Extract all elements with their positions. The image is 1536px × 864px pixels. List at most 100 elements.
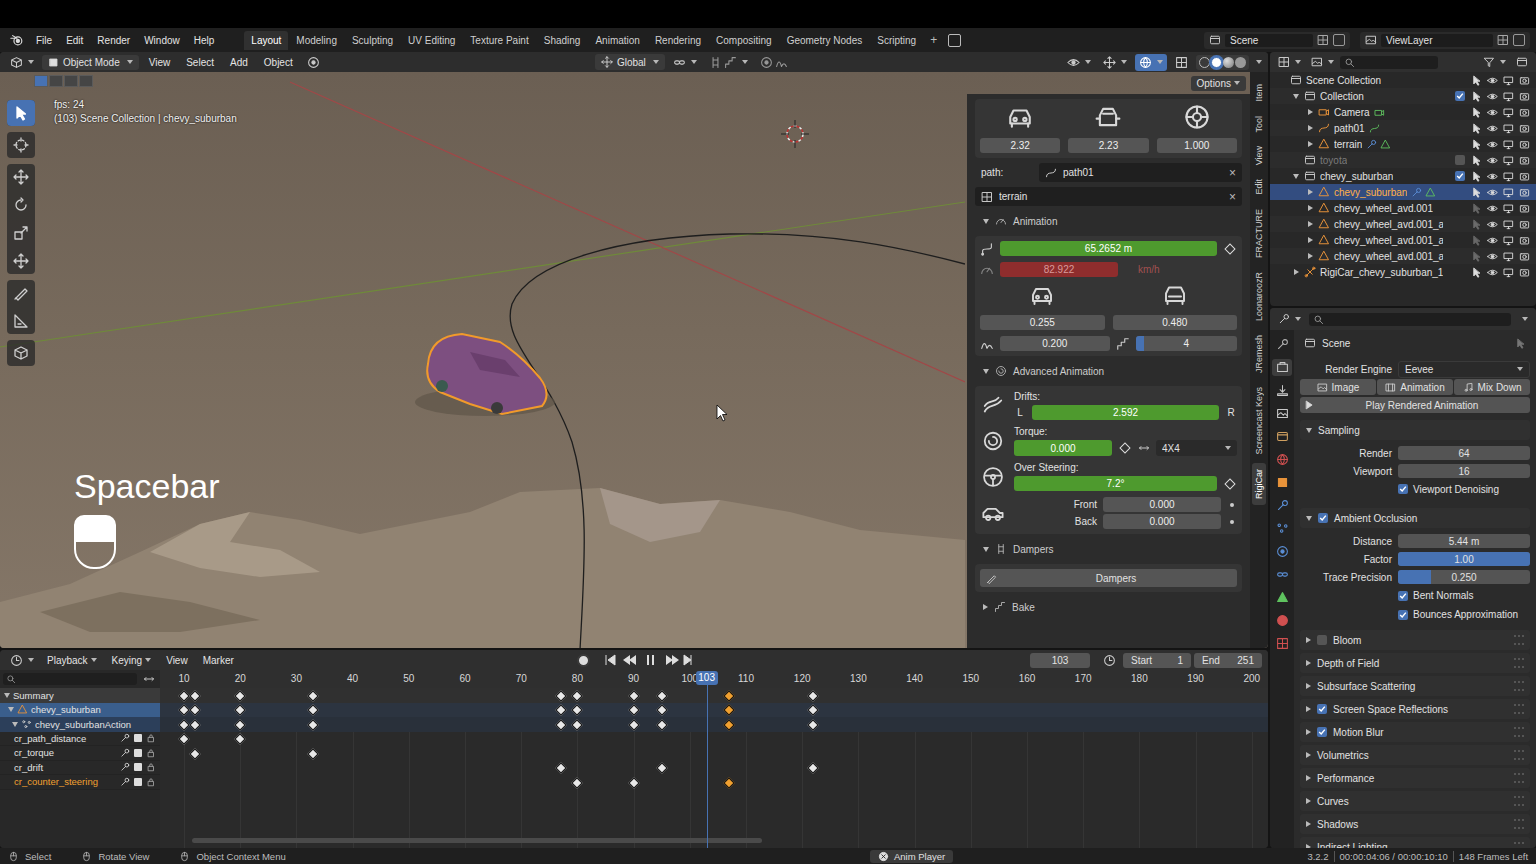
keyframe[interactable] [572, 690, 583, 701]
properties-tab[interactable] [1272, 566, 1292, 583]
workspace-tab[interactable]: Animation [588, 31, 646, 50]
expand-arrow-icon[interactable] [1294, 269, 1299, 275]
keyframe[interactable] [235, 704, 246, 715]
drag-grip-icon[interactable] [1514, 773, 1524, 783]
editor-type-button[interactable] [6, 54, 38, 71]
number-field[interactable]: 16 [1398, 464, 1530, 478]
render-button[interactable]: Mix Down [1454, 379, 1530, 395]
steps-slider[interactable]: 4 [1136, 336, 1238, 351]
solid-shading-button[interactable] [1211, 57, 1222, 68]
dampers-section-header[interactable]: Dampers [975, 539, 1242, 559]
channel-enabled-checkbox[interactable] [134, 749, 142, 757]
properties-tab[interactable] [1272, 428, 1292, 445]
expand-arrow-icon[interactable] [12, 722, 18, 727]
path01-curve[interactable] [510, 234, 965, 648]
keyframe[interactable] [235, 733, 246, 744]
tool-button[interactable] [7, 192, 35, 218]
orientation-dropdown[interactable]: Global [595, 54, 665, 70]
editor-type-button[interactable] [6, 652, 38, 669]
view-layer-selector[interactable]: ViewLayer [1360, 32, 1530, 49]
keyframe-dot-icon[interactable] [1230, 520, 1234, 524]
current-frame-field[interactable]: 103 [1030, 653, 1090, 668]
properties-tab[interactable] [1272, 612, 1292, 629]
sidebar-tab[interactable]: Edit [1252, 173, 1266, 201]
outliner-row[interactable]: Scene Collection [1270, 72, 1536, 88]
slider-field[interactable]: 1.00 [1398, 552, 1530, 566]
keyframe[interactable] [308, 748, 319, 759]
bake-section-header[interactable]: Bake [975, 597, 1242, 617]
checkbox[interactable] [1455, 171, 1465, 181]
overlays-button[interactable] [1135, 54, 1167, 71]
xray-button[interactable] [1171, 54, 1192, 71]
workspace-tab[interactable]: Texture Paint [463, 31, 535, 50]
visibility-button[interactable] [1063, 54, 1095, 71]
checkbox[interactable] [1317, 727, 1327, 737]
timeline-menu[interactable]: Marker [197, 653, 240, 668]
checkbox[interactable] [1317, 635, 1327, 645]
collapsed-panel-header[interactable]: Subsurface Scattering [1300, 676, 1530, 696]
expand-arrow-icon[interactable] [4, 693, 10, 698]
outliner-row[interactable]: chevy_wheel_avd.001_ard [1270, 216, 1536, 232]
keyframe[interactable] [178, 733, 189, 744]
checkbox[interactable] [1455, 155, 1465, 165]
expand-arrow-icon[interactable] [1308, 141, 1313, 147]
clear-button[interactable]: × [1229, 166, 1236, 180]
record-button[interactable] [577, 654, 590, 667]
outliner-row[interactable]: RigiCar_chevy_suburban_165 [1270, 264, 1536, 280]
tool-button[interactable] [7, 164, 35, 190]
play-rendered-button[interactable]: Play Rendered Animation [1300, 397, 1530, 413]
viewport-sync-button[interactable] [303, 54, 324, 71]
ambient-occlusion-panel-header[interactable]: Ambient Occlusion [1300, 508, 1530, 528]
tool-button[interactable] [7, 132, 35, 158]
channel-row[interactable]: chevy_suburban [0, 703, 160, 718]
keyframe[interactable] [808, 704, 819, 715]
properties-tab[interactable] [1272, 382, 1292, 399]
wireframe-shading-button[interactable] [1199, 57, 1210, 68]
mode-dropdown[interactable]: Object Mode [42, 55, 139, 70]
viewport-canvas[interactable]: fps: 24 (103) Scene Collection | chevy_s… [0, 72, 967, 648]
channel-filter-button[interactable] [141, 672, 157, 686]
channel-row[interactable]: cr_counter_steering [0, 775, 160, 790]
collapsed-panel-header[interactable]: Indirect Lighting [1300, 837, 1530, 848]
workspace-options-icon[interactable] [948, 34, 961, 47]
keyframe[interactable] [308, 704, 319, 715]
drag-grip-icon[interactable] [1514, 658, 1524, 668]
channel-row[interactable]: Summary [0, 688, 160, 703]
outliner-search-field[interactable] [1340, 56, 1438, 69]
preview-range-button[interactable] [1099, 652, 1120, 669]
properties-tab[interactable] [1272, 451, 1292, 468]
sidebar-tab[interactable]: LoonaroozR [1252, 266, 1266, 327]
keyframe[interactable] [572, 777, 583, 788]
timeline-menu[interactable]: Playback [41, 653, 103, 668]
expand-arrow-icon[interactable] [1293, 174, 1299, 179]
view-layer-name[interactable]: ViewLayer [1381, 34, 1493, 47]
keyframe-button-icon[interactable] [1224, 243, 1235, 254]
advanced-section-header[interactable]: Advanced Animation [975, 361, 1242, 381]
render-engine-dropdown[interactable]: Eevee [1398, 361, 1530, 378]
pivot-button[interactable] [669, 54, 701, 71]
sidebar-tab[interactable]: FRACTURE [1252, 203, 1266, 264]
checkbox[interactable] [1398, 610, 1408, 620]
keyframe[interactable] [572, 719, 583, 730]
outliner-row[interactable]: Collection [1270, 88, 1536, 104]
checkbox[interactable] [1317, 704, 1327, 714]
keyframe[interactable] [628, 719, 639, 730]
checkbox[interactable] [1455, 91, 1465, 101]
mass-field[interactable]: 0.480 [1113, 315, 1238, 330]
drag-grip-icon[interactable] [1514, 681, 1524, 691]
tool-button[interactable] [7, 280, 35, 306]
drag-grip-icon[interactable] [1514, 704, 1524, 714]
channel-enabled-checkbox[interactable] [134, 763, 142, 771]
number-field[interactable]: 5.44 m [1398, 534, 1530, 548]
add-workspace-button[interactable]: + [924, 31, 943, 49]
properties-search-field[interactable] [1309, 313, 1511, 326]
sampling-panel-header[interactable]: Sampling [1300, 420, 1530, 440]
properties-tab[interactable] [1272, 520, 1292, 537]
keyframe[interactable] [808, 762, 819, 773]
channel-search-field[interactable] [3, 673, 137, 685]
sidebar-tab[interactable]: View [1252, 140, 1266, 171]
outliner-row[interactable]: chevy_wheel_avd.001 [1270, 200, 1536, 216]
sidebar-tab[interactable]: Screencast Keys [1252, 381, 1266, 461]
workspace-tab[interactable]: Scripting [870, 31, 923, 50]
select-subtract-button[interactable] [64, 75, 78, 87]
